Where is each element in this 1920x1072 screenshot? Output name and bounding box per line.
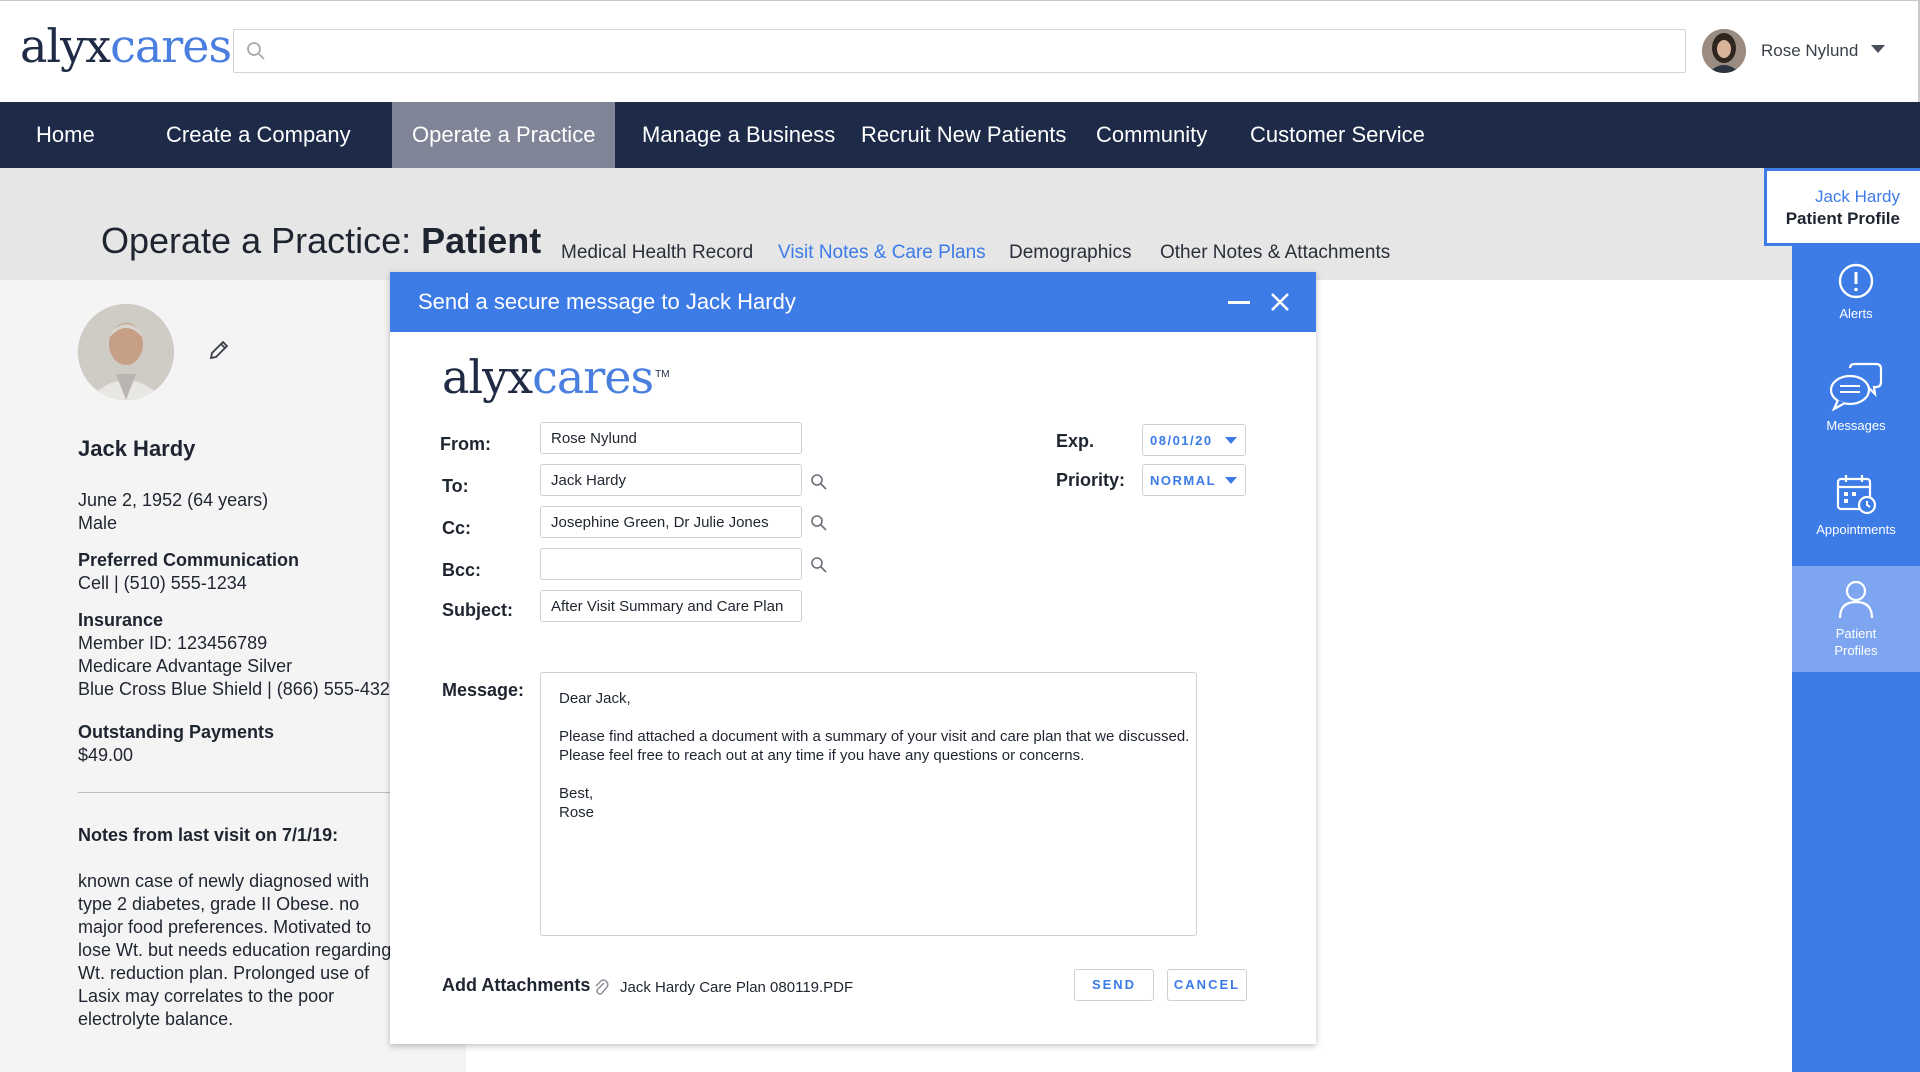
insurance-provider: Blue Cross Blue Shield | (866) 555-4321 (78, 679, 400, 699)
pref-comm-label: Preferred Communication (78, 550, 300, 570)
subject-field[interactable]: After Visit Summary and Care Plan (540, 590, 802, 622)
from-field[interactable]: Rose Nylund (540, 422, 802, 454)
close-icon[interactable] (1270, 292, 1290, 312)
to-label: To: (442, 476, 469, 496)
main-nav: Home Create a Company Operate a Practice… (0, 102, 1920, 168)
payments-label: Outstanding Payments (78, 722, 275, 742)
paperclip-icon[interactable] (593, 978, 609, 996)
sidebar-item-appointments[interactable]: Appointments (1792, 472, 1920, 544)
cancel-button[interactable]: CANCEL (1167, 969, 1247, 1001)
divider (78, 792, 398, 793)
app-logo[interactable]: alyxcaresTM (20, 19, 248, 73)
insurance-label: Insurance (78, 610, 164, 630)
search-icon[interactable] (810, 473, 828, 491)
profile-label: Patient Profile (1785, 209, 1900, 228)
patient-dob: June 2, 1952 (64 years) (78, 490, 269, 510)
visit-notes-label: Notes from last visit on 7/1/19: (78, 825, 339, 845)
nav-item-manage-business[interactable]: Manage a Business (642, 102, 835, 168)
exp-date-dropdown[interactable]: 08/01/20 (1142, 424, 1246, 456)
cc-field[interactable]: Josephine Green, Dr Julie Jones (540, 506, 802, 538)
payments-value: $49.00 (78, 745, 134, 765)
priority-label: Priority: (1056, 470, 1126, 490)
sidebar-item-messages[interactable]: Messages (1792, 362, 1920, 442)
nav-item-create-company[interactable]: Create a Company (166, 102, 351, 168)
user-avatar[interactable] (1702, 29, 1746, 73)
tab-other-notes[interactable]: Other Notes & Attachments (1160, 242, 1390, 264)
tab-visit-notes[interactable]: Visit Notes & Care Plans (778, 242, 986, 264)
insurance-member-id: Member ID: 123456789 (78, 633, 268, 653)
exp-label: Exp. (1056, 431, 1095, 451)
dialog-logo: alyxcares TM (442, 350, 670, 404)
nav-item-customer-service[interactable]: Customer Service (1250, 102, 1425, 168)
attachment-file[interactable]: Jack Hardy Care Plan 080119.PDF (620, 979, 853, 996)
person-icon (1838, 580, 1874, 619)
sidebar-item-patient-profiles[interactable]: Patient Profiles (1792, 566, 1920, 672)
patient-sex: Male (78, 513, 118, 533)
message-body[interactable]: Dear Jack, Please find attached a docume… (540, 672, 1197, 936)
pref-comm-value: Cell | (510) 555-1234 (78, 573, 247, 593)
send-button[interactable]: SEND (1074, 969, 1154, 1001)
insurance-plan: Medicare Advantage Silver (78, 656, 293, 676)
from-label: From: (440, 434, 491, 454)
nav-item-community[interactable]: Community (1096, 102, 1207, 168)
global-search[interactable] (233, 29, 1686, 73)
dialog-header: Send a secure message to Jack Hardy (390, 272, 1316, 332)
chevron-down-icon (1225, 437, 1237, 444)
patient-name: Jack Hardy (78, 436, 196, 461)
messages-icon (1829, 362, 1883, 412)
minimize-icon[interactable] (1228, 301, 1250, 304)
dialog-title: Send a secure message to Jack Hardy (418, 289, 796, 314)
bcc-field[interactable] (540, 548, 802, 580)
search-input[interactable] (278, 36, 1668, 66)
add-attachments-label[interactable]: Add Attachments (442, 975, 590, 996)
cc-label: Cc: (442, 518, 472, 538)
edit-pencil-icon[interactable] (207, 338, 231, 362)
bcc-label: Bcc: (442, 560, 482, 580)
chevron-down-icon[interactable] (1871, 45, 1885, 53)
profile-patient-name: Jack Hardy (1814, 187, 1900, 206)
tab-demographics[interactable]: Demographics (1009, 242, 1132, 264)
search-icon[interactable] (810, 556, 828, 574)
page-title: Operate a Practice: Patient (101, 220, 542, 261)
nav-item-operate-practice[interactable]: Operate a Practice (392, 102, 615, 168)
calendar-icon (1836, 475, 1877, 515)
alert-icon (1838, 263, 1874, 299)
patient-photo (78, 304, 174, 400)
user-name[interactable]: Rose Nylund (1761, 41, 1858, 61)
nav-item-recruit-patients[interactable]: Recruit New Patients (861, 102, 1066, 168)
priority-dropdown[interactable]: NORMAL (1142, 464, 1246, 496)
secure-message-dialog: Send a secure message to Jack Hardy alyx… (390, 272, 1316, 1044)
patient-profile-card[interactable]: Jack Hardy Patient Profile (1764, 168, 1920, 246)
tab-medical-health-record[interactable]: Medical Health Record (561, 242, 753, 264)
top-header: alyxcaresTM Rose Nylund (0, 0, 1920, 102)
message-label: Message: (442, 680, 525, 700)
to-field[interactable]: Jack Hardy (540, 464, 802, 496)
search-icon[interactable] (810, 514, 828, 532)
chevron-down-icon (1225, 477, 1237, 484)
subject-label: Subject: (442, 600, 514, 620)
sidebar-item-alerts[interactable]: Alerts (1792, 262, 1920, 334)
nav-item-home[interactable]: Home (36, 102, 95, 168)
visit-notes-text: known case of newly diagnosed with type … (78, 871, 392, 1029)
search-icon (247, 42, 265, 60)
